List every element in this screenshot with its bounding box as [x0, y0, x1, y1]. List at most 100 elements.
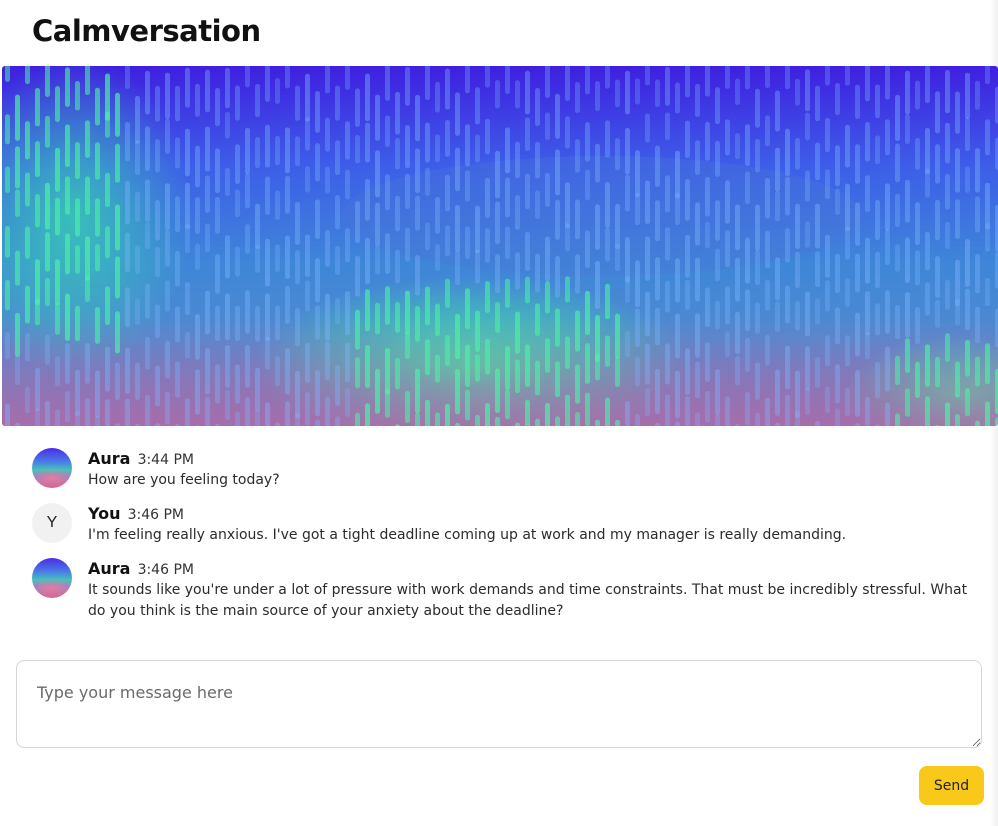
visualizer-bar [275, 78, 280, 105]
visualizer-bar [545, 402, 550, 426]
visualizer-bar [795, 301, 800, 331]
visualizer-bar [465, 226, 470, 260]
visualizer-bar [35, 88, 40, 127]
visualizer-bar [985, 401, 990, 426]
message-body: Aura 3:46 PM It sounds like you're under… [88, 558, 972, 622]
visualizer-bar [685, 66, 690, 98]
visualizer-bar [245, 397, 250, 426]
visualizer-bar [835, 82, 840, 116]
visualizer-bar [515, 359, 520, 394]
visualizer-bar [215, 148, 220, 194]
visualizer-bar [945, 173, 950, 210]
visualizer-bar [325, 396, 330, 426]
visualizer-bar [745, 237, 750, 284]
visualizer-bar [555, 361, 560, 398]
visualizer-bar [145, 70, 150, 115]
visualizer-bar [205, 396, 210, 426]
visualizer-bar [375, 302, 380, 335]
visualizer-bar [205, 347, 210, 395]
visualizer-bar [215, 196, 220, 234]
visualizer-bar [635, 260, 640, 308]
visualizer-bar [925, 66, 930, 104]
visualizer-bar [475, 310, 480, 352]
visualizer-bar [435, 243, 440, 272]
visualizer-bar [985, 119, 990, 156]
visualizer-bar [575, 139, 580, 173]
visualizer-bar [235, 364, 240, 404]
visualizer-bar [785, 66, 790, 90]
visualizer-bar [875, 84, 880, 119]
visualizer-bar [485, 338, 490, 375]
visualizer-bar [565, 276, 570, 303]
visualizer-bar [715, 300, 720, 330]
visualizer-bar [955, 148, 960, 193]
visualizer-bar [565, 66, 570, 101]
visualizer-bar [365, 73, 370, 122]
visualizer-bar [845, 335, 850, 367]
visualizer-bar [725, 396, 730, 426]
visualizer-bar [355, 412, 360, 426]
visualizer-bar [5, 332, 10, 360]
visualizer-bar [285, 235, 290, 280]
visualizer-bar [645, 343, 650, 385]
visualizer-bar [615, 243, 620, 272]
visualizer-bar [555, 149, 560, 196]
visualizer-bar [825, 169, 830, 200]
visualizer-bar [715, 413, 720, 426]
visualizer-bar [165, 183, 170, 231]
visualizer-bar [975, 420, 980, 426]
visualizer-bar [515, 80, 520, 109]
message-text: How are you feeling today? [88, 472, 280, 488]
visualizer-bar [315, 91, 320, 133]
visualizer-bar [365, 237, 370, 285]
visualizer-bar [55, 86, 60, 123]
visualizer-bar [925, 168, 930, 198]
visualizer-bar [785, 228, 790, 263]
visualizer-bar [945, 122, 950, 164]
visualizer-bar [5, 66, 10, 82]
visualizer-bar [575, 254, 580, 294]
visualizer-bar [125, 66, 130, 90]
visualizer-bar [65, 343, 70, 385]
visualizer-bar [135, 95, 140, 144]
visualizer-bar [605, 66, 610, 89]
visualizer-bar [765, 397, 770, 426]
send-button[interactable]: Send [919, 766, 984, 805]
message-input[interactable] [16, 660, 982, 748]
visualizer-bar [545, 281, 550, 314]
visualizer-bar [335, 365, 340, 406]
visualizer-bar [465, 344, 470, 388]
message-header: Aura 3:46 PM [88, 558, 972, 580]
visualizer-bar [345, 169, 350, 200]
visualizer-bar [495, 150, 500, 199]
visualizer-bar [175, 85, 180, 122]
visualizer-bar [885, 346, 890, 392]
visualizer-bar [935, 199, 940, 241]
visualizer-bar [5, 166, 10, 194]
visualizer-bar [355, 357, 360, 389]
visualizer-bar [365, 178, 370, 221]
visualizer-bar [605, 120, 610, 158]
visualizer-bar [935, 256, 940, 298]
visualizer-bar [545, 112, 550, 141]
visualizer-bar [555, 199, 560, 240]
visualizer-bar [895, 143, 900, 183]
visualizer-bar [95, 198, 100, 237]
visualizer-bar [335, 416, 340, 426]
visualizer-bar [685, 178, 690, 221]
visualizer-bar [585, 169, 590, 201]
visualizer-bar [335, 140, 340, 176]
visualizer-bar [85, 176, 90, 215]
visualizer-bar [495, 416, 500, 426]
visualizer-bar [95, 142, 100, 180]
visualizer-bar [655, 200, 660, 242]
visualizer-bar [385, 174, 390, 211]
visualizer-bar [725, 66, 730, 89]
visualizer-bar [135, 362, 140, 401]
visualizer-bar [175, 196, 180, 233]
visualizer-bar [245, 66, 250, 88]
visualizer-bar [365, 345, 370, 389]
visualizer-bar [175, 306, 180, 343]
visualizer-bar [845, 278, 850, 308]
visualizer-bar [165, 229, 170, 267]
